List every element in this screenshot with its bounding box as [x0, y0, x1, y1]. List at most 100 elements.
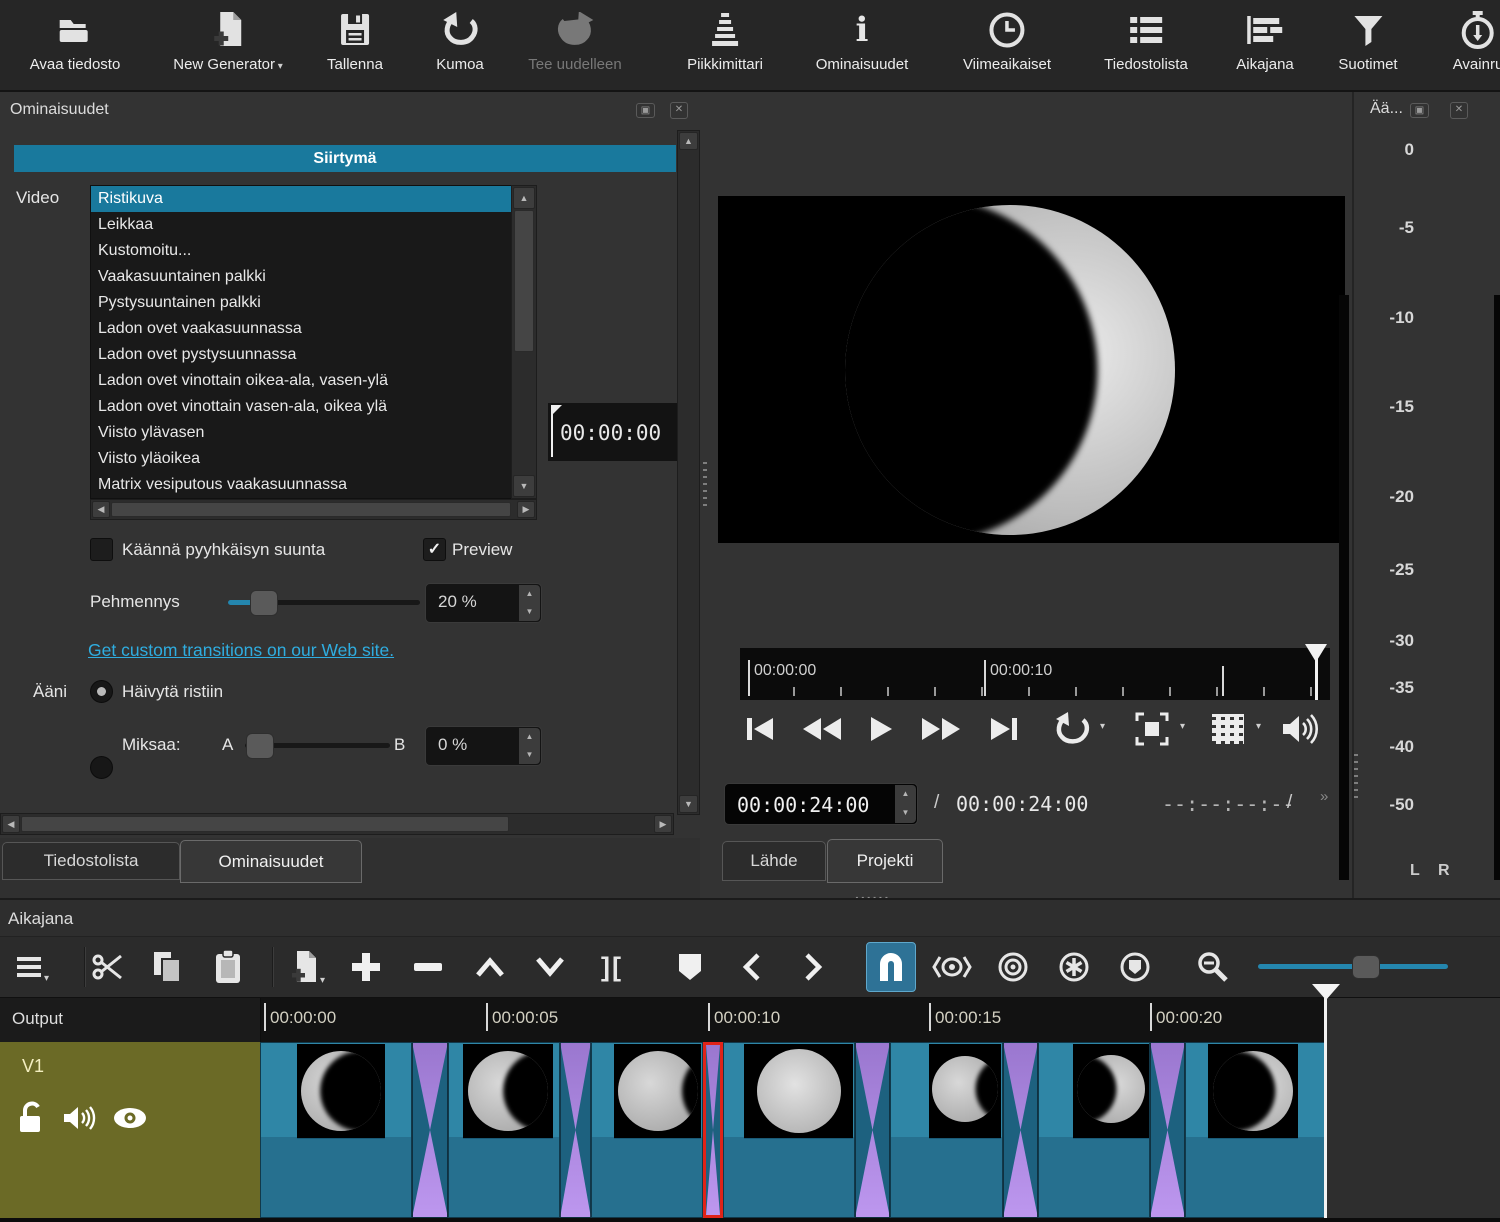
timeline-transition[interactable] [412, 1042, 448, 1218]
loop-button[interactable] [1048, 705, 1096, 753]
grid-menu-chevron-icon[interactable]: ▾ [1256, 721, 1261, 732]
list-item[interactable]: Ladon ovet pystysuunnassa [91, 342, 512, 368]
ripple-delete-button[interactable] [405, 944, 451, 990]
timeline-zoom-slider-handle[interactable] [1352, 955, 1380, 979]
list-item[interactable]: Vaakasuuntainen palkki [91, 264, 512, 290]
close-panel-icon[interactable]: ✕ [1450, 102, 1468, 119]
overwrite-down-button[interactable] [527, 944, 573, 990]
scroll-thumb[interactable] [21, 816, 509, 832]
panel-vscrollbar[interactable]: ▲ ▼ [677, 130, 700, 815]
peak-meter-button[interactable]: Piikkimittari [687, 6, 763, 73]
panel-hscrollbar[interactable]: ◀ ▶ [0, 813, 674, 835]
next-marker-button[interactable] [790, 944, 836, 990]
copy-button[interactable] [144, 944, 190, 990]
list-item[interactable]: Ristikuva [91, 186, 512, 212]
scroll-down-icon[interactable]: ▼ [513, 475, 535, 497]
timeline-transition[interactable] [560, 1042, 591, 1218]
list-item[interactable]: Ladon ovet vaakasuunnassa [91, 316, 512, 342]
recent-button[interactable]: Viimeaikaiset [963, 6, 1051, 73]
playlist-button[interactable]: Tiedostolista [1104, 6, 1188, 73]
timeline-zoom-out-button[interactable] [1190, 944, 1236, 990]
tab-playlist[interactable]: Tiedostolista [2, 842, 180, 880]
previous-marker-button[interactable] [729, 944, 775, 990]
timeline-clip[interactable] [448, 1042, 560, 1218]
play-button[interactable] [857, 705, 905, 753]
timeline-playhead-line[interactable] [1324, 998, 1327, 1218]
scroll-left-icon[interactable]: ◀ [2, 815, 20, 833]
scroll-up-icon[interactable]: ▲ [513, 187, 535, 209]
splitter-handle[interactable] [1354, 754, 1358, 800]
ripple-toggle-button[interactable] [990, 944, 1036, 990]
scrub-while-dragging-button[interactable] [929, 944, 975, 990]
mix-radio[interactable] [90, 756, 113, 779]
track-lock-icon[interactable] [18, 1100, 48, 1136]
mix-slider-handle[interactable] [246, 733, 274, 759]
spin-down-icon[interactable]: ▼ [519, 603, 540, 621]
spin-up-icon[interactable]: ▲ [519, 585, 540, 603]
more-indicator[interactable]: » [1320, 788, 1328, 805]
softness-slider-handle[interactable] [250, 590, 278, 616]
snap-toggle-button[interactable] [866, 942, 916, 992]
paste-button[interactable] [205, 944, 251, 990]
spin-up-icon[interactable]: ▲ [519, 728, 540, 746]
list-item[interactable]: Ladon ovet vinottain oikea-ala, vasen-yl… [91, 368, 512, 394]
cut-button[interactable] [85, 944, 131, 990]
timeline-clip[interactable] [1038, 1042, 1150, 1218]
skip-to-end-button[interactable] [980, 705, 1028, 753]
close-panel-icon[interactable]: ✕ [670, 102, 688, 119]
float-panel-icon[interactable]: ▣ [1410, 103, 1429, 118]
keyframes-button[interactable]: Avainru [1453, 6, 1500, 73]
properties-button[interactable]: i Ominaisuudet [816, 6, 909, 73]
splitter-handle[interactable] [703, 462, 707, 508]
scroll-right-icon[interactable]: ▶ [654, 815, 672, 833]
tab-properties[interactable]: Ominaisuudet [180, 840, 362, 883]
new-generator-button[interactable]: New Generator ▾ [173, 6, 283, 73]
ripple-all-tracks-button[interactable] [1051, 944, 1097, 990]
ripple-markers-button[interactable] [1112, 944, 1158, 990]
fast-forward-button[interactable] [917, 705, 965, 753]
volume-button[interactable] [1276, 705, 1324, 753]
scroll-up-icon[interactable]: ▲ [679, 132, 698, 150]
timeline-clip[interactable] [260, 1042, 412, 1218]
timeline-clip[interactable] [1185, 1042, 1326, 1218]
preview-checkbox[interactable]: ✓ [423, 538, 446, 561]
playhead-line[interactable] [1315, 648, 1318, 700]
timeline-clip[interactable] [723, 1042, 855, 1218]
spin-down-icon[interactable]: ▼ [895, 804, 916, 823]
timeline-transition[interactable] [855, 1042, 890, 1218]
lift-button[interactable] [467, 944, 513, 990]
preview-scrubber[interactable]: 00:00:00 00:00:10 [740, 648, 1330, 700]
zoom-menu-chevron-icon[interactable]: ▾ [1180, 721, 1185, 732]
track-header-v1[interactable]: V1 [0, 1042, 260, 1218]
float-panel-icon[interactable]: ▣ [636, 103, 655, 118]
skip-to-start-button[interactable] [736, 705, 784, 753]
spin-up-icon[interactable]: ▲ [895, 785, 916, 804]
timeline-transition-selected[interactable] [703, 1042, 723, 1218]
list-item[interactable]: Viisto yläoikea [91, 446, 512, 472]
list-item[interactable]: Pystysuuntainen palkki [91, 290, 512, 316]
overwrite-button[interactable] [343, 944, 389, 990]
scroll-right-icon[interactable]: ▶ [517, 501, 535, 518]
timeline-button[interactable]: Aikajana [1236, 6, 1294, 73]
marker-button[interactable] [667, 944, 713, 990]
softness-spinbox[interactable]: 20 % ▲▼ [425, 583, 542, 623]
list-vscrollbar[interactable]: ▲ ▼ [511, 185, 537, 499]
list-item[interactable]: Ladon ovet vinottain vasen-ala, oikea yl… [91, 394, 512, 420]
spin-down-icon[interactable]: ▼ [519, 746, 540, 764]
timeline-transition[interactable] [1150, 1042, 1185, 1218]
save-button[interactable]: Tallenna [327, 6, 383, 73]
crossfade-radio[interactable] [90, 680, 113, 703]
scroll-left-icon[interactable]: ◀ [92, 501, 110, 518]
output-track-header[interactable]: Output [0, 998, 261, 1042]
invert-wipe-checkbox[interactable] [90, 538, 113, 561]
undo-button[interactable]: Kumoa [436, 6, 484, 73]
tab-source[interactable]: Lähde [722, 841, 826, 881]
tab-project[interactable]: Projekti [827, 839, 943, 883]
zoom-fit-button[interactable] [1128, 705, 1176, 753]
list-item[interactable]: Viisto ylävasen [91, 420, 512, 446]
list-item[interactable]: Leikkaa [91, 212, 512, 238]
list-item[interactable]: Kustomoitu... [91, 238, 512, 264]
loop-menu-chevron-icon[interactable]: ▾ [1100, 721, 1105, 732]
scroll-thumb[interactable] [514, 210, 534, 352]
track-mute-icon[interactable] [62, 1104, 96, 1132]
